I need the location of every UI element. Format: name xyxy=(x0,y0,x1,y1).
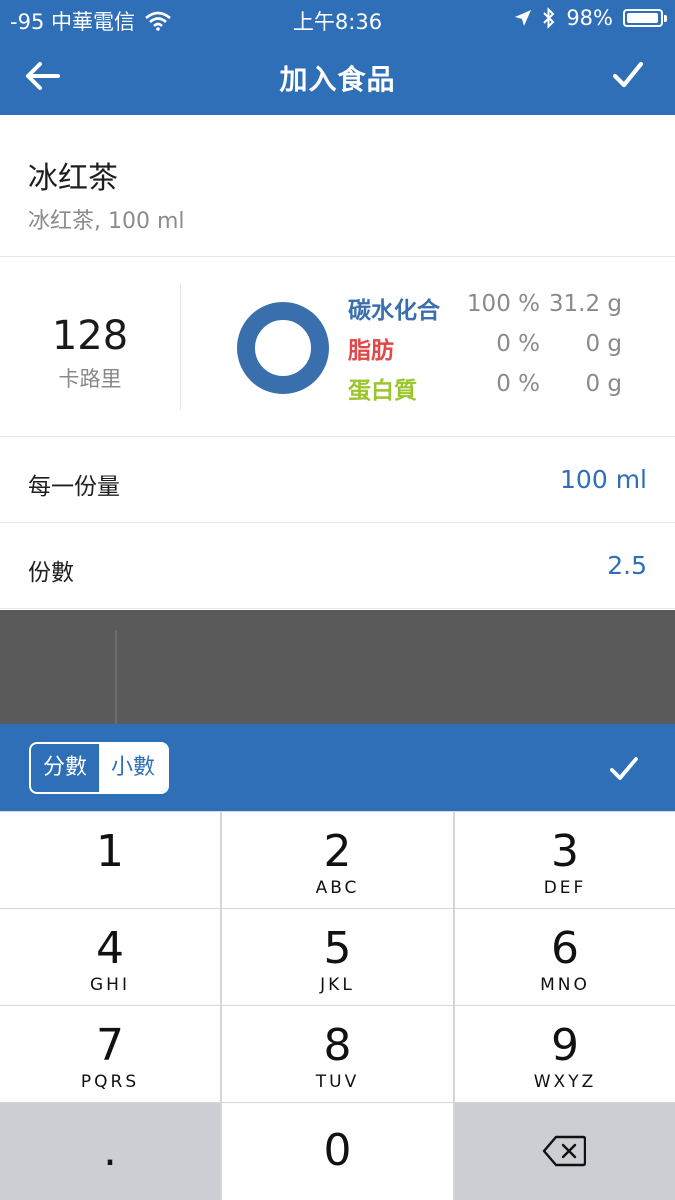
serving-count-row[interactable]: 份數 2.5 xyxy=(0,523,675,609)
macro-grams: 0 g xyxy=(585,331,622,357)
macro-label: 碳水化合 xyxy=(348,298,440,324)
macro-list: 碳水化合 100 % 31.2 g 脂肪 0 % 0 g 蛋白質 0 % 0 g xyxy=(348,291,648,411)
macro-percent: 0 % xyxy=(496,371,540,397)
macro-donut-chart xyxy=(237,302,329,394)
delete-key[interactable] xyxy=(455,1103,675,1200)
macro-row-carbs: 碳水化合 100 % 31.2 g xyxy=(348,291,648,331)
key-2[interactable]: 2 ABC xyxy=(222,812,453,908)
food-header: 冰红茶 冰红茶, 100 ml xyxy=(0,115,675,257)
numeric-keypad: 1 2 ABC 3 DEF 4 GHI 5 JKL 6 MNO 7 PQRS 8… xyxy=(0,811,675,1200)
top-bar: -95 中華電信 上午8:36 98% 加入食品 xyxy=(0,0,675,115)
dim-overlay[interactable] xyxy=(0,610,675,724)
navigation-bar: 加入食品 xyxy=(0,38,675,115)
key-1[interactable]: 1 xyxy=(0,812,220,908)
decimal-option[interactable]: 小數 xyxy=(99,744,168,792)
calories-unit: 卡路里 xyxy=(58,367,122,391)
macro-label: 蛋白質 xyxy=(348,378,417,404)
macro-grams: 0 g xyxy=(585,371,622,397)
serving-count-value[interactable]: 2.5 xyxy=(607,551,647,580)
key-decimal-point[interactable]: . xyxy=(0,1103,220,1200)
calories-block: 128 卡路里 xyxy=(0,257,180,437)
key-9[interactable]: 9 WXYZ xyxy=(455,1006,675,1102)
backspace-icon xyxy=(542,1135,586,1167)
battery-icon xyxy=(623,9,667,27)
key-0[interactable]: 0 xyxy=(222,1103,453,1200)
battery-percent: 98% xyxy=(566,6,613,30)
number-format-toggle: 分數 小數 xyxy=(29,742,170,794)
key-3[interactable]: 3 DEF xyxy=(455,812,675,908)
key-4[interactable]: 4 GHI xyxy=(0,909,220,1005)
bluetooth-icon xyxy=(543,7,555,29)
macro-row-protein: 蛋白質 0 % 0 g xyxy=(348,371,648,411)
food-description: 冰红茶, 100 ml xyxy=(28,209,185,234)
macro-grams: 31.2 g xyxy=(548,291,622,317)
macro-row-fat: 脂肪 0 % 0 g xyxy=(348,331,648,371)
key-7[interactable]: 7 PQRS xyxy=(0,1006,220,1102)
check-icon[interactable] xyxy=(609,754,639,784)
key-8[interactable]: 8 TUV xyxy=(222,1006,453,1102)
serving-size-row[interactable]: 每一份量 100 ml xyxy=(0,437,675,523)
nutrition-summary: 128 卡路里 碳水化合 100 % 31.2 g 脂肪 0 % 0 g 蛋白質… xyxy=(0,257,675,437)
serving-size-label: 每一份量 xyxy=(28,474,120,500)
fraction-option[interactable]: 分數 xyxy=(31,744,99,792)
key-5[interactable]: 5 JKL xyxy=(222,909,453,1005)
keyboard-toolbar: 分數 小數 xyxy=(0,724,675,811)
status-bar: -95 中華電信 上午8:36 98% xyxy=(0,0,675,38)
serving-count-label: 份數 xyxy=(28,560,74,586)
page-title: 加入食品 xyxy=(279,63,396,96)
check-icon[interactable] xyxy=(611,58,645,92)
key-6[interactable]: 6 MNO xyxy=(455,909,675,1005)
macro-percent: 0 % xyxy=(496,331,540,357)
background-arrow xyxy=(115,630,117,724)
serving-size-value[interactable]: 100 ml xyxy=(560,465,647,494)
macro-percent: 100 % xyxy=(466,291,540,317)
location-arrow-icon xyxy=(515,10,532,26)
macro-label: 脂肪 xyxy=(348,338,394,364)
divider xyxy=(180,283,181,410)
food-name: 冰红茶 xyxy=(28,161,118,196)
calories-value: 128 xyxy=(51,313,129,359)
